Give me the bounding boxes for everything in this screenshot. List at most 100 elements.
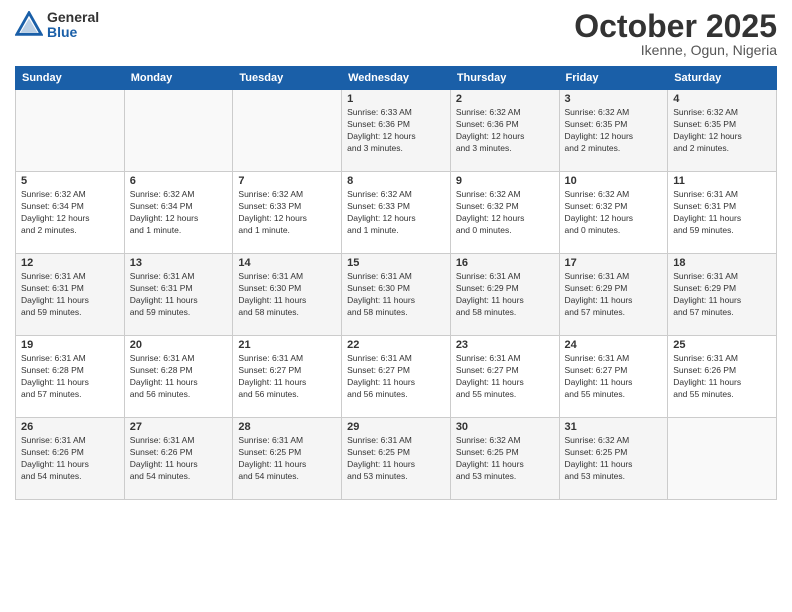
day-number: 12 xyxy=(21,257,119,269)
day-info: Sunrise: 6:31 AM Sunset: 6:29 PM Dayligh… xyxy=(456,271,554,319)
calendar-cell-w5-d1: 26 Sunrise: 6:31 AM Sunset: 6:26 PM Dayli… xyxy=(16,418,125,500)
calendar-cell-w2-d4: 8 Sunrise: 6:32 AM Sunset: 6:33 PM Daylig… xyxy=(342,172,451,254)
header: General Blue October 2025 Ikenne, Ogun, … xyxy=(15,10,777,58)
calendar-cell-w5-d7 xyxy=(668,418,777,500)
calendar-cell-w2-d3: 7 Sunrise: 6:32 AM Sunset: 6:33 PM Daylig… xyxy=(233,172,342,254)
calendar-cell-w5-d3: 28Sunrise: 6:31 AM Sunset: 6:25 PM Dayli… xyxy=(233,418,342,500)
logo: General Blue xyxy=(15,10,99,41)
day-info: Sunrise: 6:31 AM Sunset: 6:26 PM Dayligh… xyxy=(21,435,119,483)
day-info: Sunrise: 6:32 AM Sunset: 6:33 PM Dayligh… xyxy=(347,189,445,237)
day-number: 9 xyxy=(456,175,554,187)
header-thursday: Thursday xyxy=(450,67,559,90)
calendar-cell-w3-d3: 14 Sunrise: 6:31 AM Sunset: 6:30 PM Dayli… xyxy=(233,254,342,336)
calendar-body: 1 Sunrise: 6:33 AM Sunset: 6:36 PM Daylig… xyxy=(16,90,777,500)
day-info: Sunrise: 6:31 AM Sunset: 6:30 PM Dayligh… xyxy=(238,271,336,319)
day-info: Sunrise: 6:32 AM Sunset: 6:34 PM Dayligh… xyxy=(21,189,119,237)
day-number: 2 xyxy=(456,93,554,105)
day-info: Sunrise: 6:31 AM Sunset: 6:28 PM Dayligh… xyxy=(130,353,228,401)
logo-blue-text: Blue xyxy=(47,25,99,40)
day-info: Sunrise: 6:31 AM Sunset: 6:27 PM Dayligh… xyxy=(238,353,336,401)
calendar-cell-w3-d6: 17 Sunrise: 6:31 AM Sunset: 6:29 PM Dayli… xyxy=(559,254,668,336)
calendar-cell-w4-d4: 22 Sunrise: 6:31 AM Sunset: 6:27 PM Dayli… xyxy=(342,336,451,418)
day-number: 5 xyxy=(21,175,119,187)
header-saturday: Saturday xyxy=(668,67,777,90)
day-number: 10 xyxy=(565,175,663,187)
day-number: 3 xyxy=(565,93,663,105)
day-number: 15 xyxy=(347,257,445,269)
day-info: Sunrise: 6:31 AM Sunset: 6:31 PM Dayligh… xyxy=(21,271,119,319)
day-info: Sunrise: 6:31 AM Sunset: 6:26 PM Dayligh… xyxy=(130,435,228,483)
day-number: 7 xyxy=(238,175,336,187)
day-info: Sunrise: 6:32 AM Sunset: 6:35 PM Dayligh… xyxy=(673,107,771,155)
day-info: Sunrise: 6:32 AM Sunset: 6:25 PM Dayligh… xyxy=(456,435,554,483)
calendar-cell-w5-d4: 29Sunrise: 6:31 AM Sunset: 6:25 PM Dayli… xyxy=(342,418,451,500)
day-number: 27 xyxy=(130,421,228,433)
day-number: 11 xyxy=(673,175,771,187)
logo-general-text: General xyxy=(47,10,99,25)
calendar-cell-w4-d7: 25Sunrise: 6:31 AM Sunset: 6:26 PM Dayli… xyxy=(668,336,777,418)
calendar-cell-w1-d2 xyxy=(124,90,233,172)
day-number: 8 xyxy=(347,175,445,187)
logo-text: General Blue xyxy=(47,10,99,41)
calendar-cell-w4-d2: 20 Sunrise: 6:31 AM Sunset: 6:28 PM Dayli… xyxy=(124,336,233,418)
calendar-cell-w1-d1 xyxy=(16,90,125,172)
calendar-cell-w3-d1: 12 Sunrise: 6:31 AM Sunset: 6:31 PM Dayli… xyxy=(16,254,125,336)
logo-icon xyxy=(15,11,43,39)
day-number: 13 xyxy=(130,257,228,269)
header-monday: Monday xyxy=(124,67,233,90)
day-info: Sunrise: 6:31 AM Sunset: 6:26 PM Dayligh… xyxy=(673,353,771,401)
day-info: Sunrise: 6:32 AM Sunset: 6:36 PM Dayligh… xyxy=(456,107,554,155)
day-info: Sunrise: 6:32 AM Sunset: 6:33 PM Dayligh… xyxy=(238,189,336,237)
day-number: 16 xyxy=(456,257,554,269)
calendar-cell-w1-d5: 2 Sunrise: 6:32 AM Sunset: 6:36 PM Daylig… xyxy=(450,90,559,172)
day-number: 26 xyxy=(21,421,119,433)
location: Ikenne, Ogun, Nigeria xyxy=(574,42,777,58)
day-number: 1 xyxy=(347,93,445,105)
day-info: Sunrise: 6:32 AM Sunset: 6:32 PM Dayligh… xyxy=(456,189,554,237)
day-info: Sunrise: 6:31 AM Sunset: 6:27 PM Dayligh… xyxy=(347,353,445,401)
calendar-cell-w4-d5: 23Sunrise: 6:31 AM Sunset: 6:27 PM Dayli… xyxy=(450,336,559,418)
day-info: Sunrise: 6:33 AM Sunset: 6:36 PM Dayligh… xyxy=(347,107,445,155)
day-number: 22 xyxy=(347,339,445,351)
calendar-cell-w4-d1: 19Sunrise: 6:31 AM Sunset: 6:28 PM Dayli… xyxy=(16,336,125,418)
month-title: October 2025 xyxy=(574,10,777,42)
day-number: 17 xyxy=(565,257,663,269)
calendar-week-1: 1 Sunrise: 6:33 AM Sunset: 6:36 PM Daylig… xyxy=(16,90,777,172)
day-number: 14 xyxy=(238,257,336,269)
calendar-cell-w1-d3 xyxy=(233,90,342,172)
calendar-cell-w3-d2: 13 Sunrise: 6:31 AM Sunset: 6:31 PM Dayli… xyxy=(124,254,233,336)
calendar-cell-w2-d1: 5 Sunrise: 6:32 AM Sunset: 6:34 PM Daylig… xyxy=(16,172,125,254)
day-number: 31 xyxy=(565,421,663,433)
calendar-table: Sunday Monday Tuesday Wednesday Thursday… xyxy=(15,66,777,500)
calendar-week-4: 19Sunrise: 6:31 AM Sunset: 6:28 PM Dayli… xyxy=(16,336,777,418)
day-info: Sunrise: 6:31 AM Sunset: 6:25 PM Dayligh… xyxy=(347,435,445,483)
calendar-header: Sunday Monday Tuesday Wednesday Thursday… xyxy=(16,67,777,90)
calendar-cell-w1-d4: 1 Sunrise: 6:33 AM Sunset: 6:36 PM Daylig… xyxy=(342,90,451,172)
day-number: 30 xyxy=(456,421,554,433)
calendar-week-3: 12 Sunrise: 6:31 AM Sunset: 6:31 PM Dayli… xyxy=(16,254,777,336)
day-info: Sunrise: 6:31 AM Sunset: 6:27 PM Dayligh… xyxy=(565,353,663,401)
header-wednesday: Wednesday xyxy=(342,67,451,90)
calendar-cell-w5-d5: 30 Sunrise: 6:32 AM Sunset: 6:25 PM Dayli… xyxy=(450,418,559,500)
calendar-cell-w1-d6: 3Sunrise: 6:32 AM Sunset: 6:35 PM Daylig… xyxy=(559,90,668,172)
day-number: 6 xyxy=(130,175,228,187)
day-info: Sunrise: 6:32 AM Sunset: 6:25 PM Dayligh… xyxy=(565,435,663,483)
day-number: 18 xyxy=(673,257,771,269)
day-number: 20 xyxy=(130,339,228,351)
header-sunday: Sunday xyxy=(16,67,125,90)
day-number: 28 xyxy=(238,421,336,433)
day-number: 24 xyxy=(565,339,663,351)
calendar-cell-w2-d2: 6Sunrise: 6:32 AM Sunset: 6:34 PM Daylig… xyxy=(124,172,233,254)
day-info: Sunrise: 6:31 AM Sunset: 6:29 PM Dayligh… xyxy=(565,271,663,319)
calendar-cell-w2-d6: 10Sunrise: 6:32 AM Sunset: 6:32 PM Dayli… xyxy=(559,172,668,254)
calendar-week-2: 5 Sunrise: 6:32 AM Sunset: 6:34 PM Daylig… xyxy=(16,172,777,254)
calendar-cell-w2-d7: 11Sunrise: 6:31 AM Sunset: 6:31 PM Dayli… xyxy=(668,172,777,254)
day-number: 4 xyxy=(673,93,771,105)
day-number: 21 xyxy=(238,339,336,351)
day-info: Sunrise: 6:31 AM Sunset: 6:30 PM Dayligh… xyxy=(347,271,445,319)
calendar-week-5: 26 Sunrise: 6:31 AM Sunset: 6:26 PM Dayli… xyxy=(16,418,777,500)
day-info: Sunrise: 6:31 AM Sunset: 6:31 PM Dayligh… xyxy=(130,271,228,319)
calendar-cell-w4-d6: 24 Sunrise: 6:31 AM Sunset: 6:27 PM Dayli… xyxy=(559,336,668,418)
header-friday: Friday xyxy=(559,67,668,90)
calendar-cell-w4-d3: 21 Sunrise: 6:31 AM Sunset: 6:27 PM Dayli… xyxy=(233,336,342,418)
